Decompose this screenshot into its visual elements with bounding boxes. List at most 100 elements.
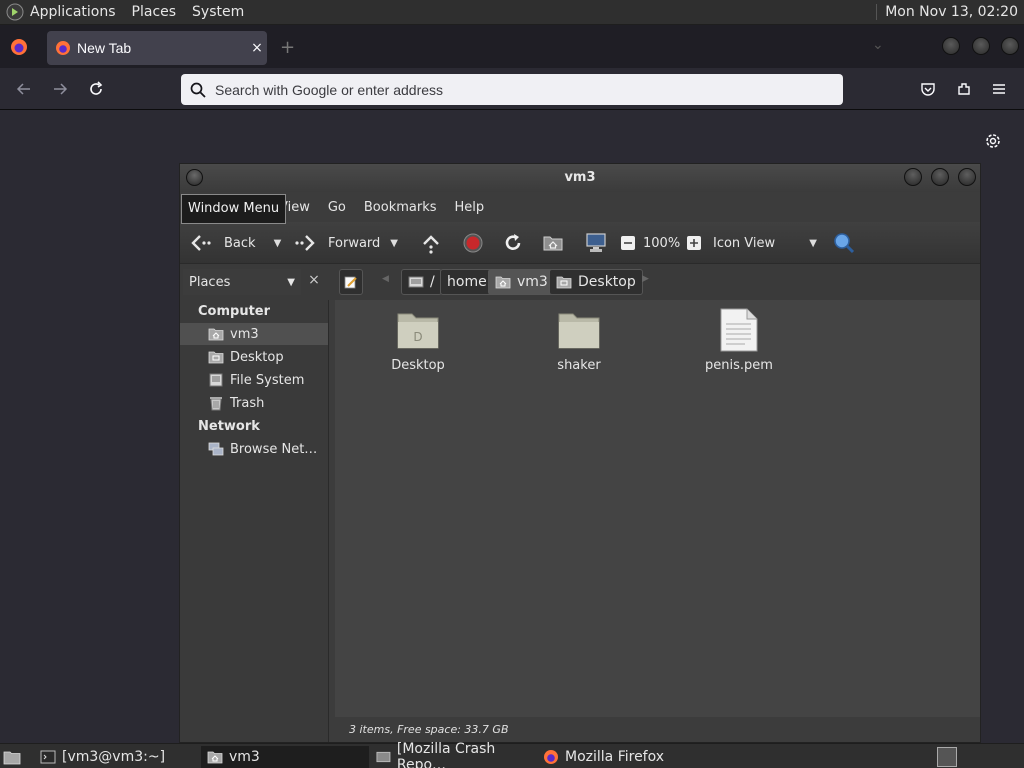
back-icon[interactable] [13, 78, 35, 100]
view-mode-select[interactable]: Icon View ▼ [713, 231, 817, 255]
computer-icon [586, 233, 606, 252]
sidebar-type-select[interactable]: Places ▼ [183, 269, 301, 295]
back-button[interactable]: Back ▼ [190, 231, 281, 255]
distro-logo-icon[interactable] [6, 3, 24, 21]
file-item-desktop[interactable]: D Desktop [358, 308, 478, 373]
forward-label: Forward [328, 235, 381, 251]
sidebar-item-label: Browse Net… [230, 441, 318, 457]
home-folder-icon [207, 751, 223, 764]
text-file-icon [720, 308, 758, 352]
list-tabs-icon[interactable]: ⌄ [872, 37, 884, 53]
search-button[interactable] [832, 231, 856, 255]
minimize-button[interactable] [904, 168, 922, 186]
up-button[interactable] [420, 231, 442, 255]
maximize-button[interactable] [931, 168, 949, 186]
applications-menu[interactable]: Applications [30, 4, 116, 20]
zoom-level[interactable]: 100% [643, 231, 680, 255]
firefox-tabbar: New Tab × + ⌄ [0, 25, 1024, 68]
sidebar-item-trash[interactable]: Trash [180, 392, 328, 414]
places-menu[interactable]: Places [132, 4, 177, 20]
sidebar-item-file-system[interactable]: File System [180, 369, 328, 391]
file-item-shaker[interactable]: shaker [519, 308, 639, 373]
window-icon [376, 751, 391, 763]
firefox-view-icon[interactable] [9, 37, 29, 57]
folder-icon [558, 313, 600, 349]
task-label: [Mozilla Crash Repo… [396, 741, 496, 768]
back-history-arrow-icon[interactable]: ▼ [274, 238, 282, 249]
back-label: Back [224, 235, 256, 251]
drive-icon [209, 373, 223, 387]
home-folder-icon [208, 328, 224, 341]
svg-text:D: D [413, 330, 422, 344]
crumb-home[interactable]: home [440, 269, 494, 295]
task-terminal[interactable]: [vm3@vm3:~] [34, 746, 198, 768]
file-item-penis-pem[interactable]: penis.pem [679, 308, 799, 373]
app-menu-icon[interactable] [989, 79, 1009, 99]
gear-icon[interactable] [983, 131, 1003, 151]
up-arrow-icon [423, 235, 439, 254]
crumb-root-label: / [430, 274, 435, 290]
window-titlebar[interactable]: vm3 [180, 164, 980, 192]
computer-button[interactable] [584, 231, 608, 255]
places-sidebar: Computer vm3 Desktop File System Trash N… [180, 300, 329, 742]
zoom-in-button[interactable] [686, 231, 702, 255]
window-title: vm3 [564, 170, 596, 185]
home-folder-icon [495, 276, 511, 289]
panel-separator [876, 4, 878, 20]
url-input[interactable] [215, 81, 815, 98]
crumb-scroll-right-icon[interactable]: ▶ [642, 274, 649, 284]
zoom-out-button[interactable] [620, 231, 636, 255]
top-panel: Applications Places System Mon Nov 13, 0… [0, 0, 1024, 25]
file-view[interactable]: D Desktop shaker penis.pem [335, 300, 980, 717]
reload-button[interactable] [502, 231, 524, 255]
firefox-icon [56, 41, 70, 55]
menu-go[interactable]: Go [319, 200, 355, 215]
maximize-button[interactable] [972, 37, 990, 55]
show-desktop-icon[interactable] [3, 748, 21, 766]
reload-icon [505, 234, 521, 250]
firefox-navbar [0, 68, 1024, 110]
sidebar-item-desktop[interactable]: Desktop [180, 346, 328, 368]
tab-new-tab[interactable]: New Tab × [47, 31, 267, 65]
sidebar-item-label: File System [230, 372, 305, 388]
bottom-taskbar: [vm3@vm3:~] vm3 [Mozilla Crash Repo… Moz… [0, 741, 1024, 768]
menu-help[interactable]: Help [446, 200, 494, 215]
desktop-folder-icon [208, 351, 224, 364]
task-crash-reporter[interactable]: [Mozilla Crash Repo… [370, 741, 538, 768]
crumb-root[interactable]: / [401, 269, 442, 295]
chevron-down-icon: ▼ [287, 276, 295, 288]
forward-history-arrow-icon[interactable]: ▼ [390, 238, 398, 249]
task-firefox[interactable]: Mozilla Firefox [537, 746, 705, 768]
new-tab-button[interactable]: + [280, 37, 295, 58]
home-button[interactable] [542, 231, 564, 255]
url-bar[interactable] [181, 74, 843, 105]
crumb-scroll-left-icon[interactable]: ◀ [382, 274, 389, 284]
tab-close-icon[interactable]: × [247, 40, 267, 56]
stop-icon [463, 233, 483, 253]
menu-bookmarks[interactable]: Bookmarks [355, 200, 446, 215]
close-window-button[interactable] [1001, 37, 1019, 55]
toggle-location-entry-button[interactable] [339, 269, 363, 295]
minimize-button[interactable] [942, 37, 960, 55]
system-menu[interactable]: System [192, 4, 244, 20]
forward-icon[interactable] [49, 78, 71, 100]
sidebar-item-vm3[interactable]: vm3 [180, 323, 328, 345]
panel-clock[interactable]: Mon Nov 13, 02:20 [885, 4, 1018, 20]
extensions-icon[interactable] [954, 79, 974, 99]
crumb-vm3-label: vm3 [517, 274, 548, 290]
close-sidebar-icon[interactable]: × [304, 272, 324, 292]
location-bar: Places ▼ × ◀ / home vm3 Desktop ▶ [180, 264, 980, 300]
pocket-icon[interactable] [918, 79, 938, 99]
close-button[interactable] [958, 168, 976, 186]
workspace-switcher[interactable] [937, 747, 957, 767]
task-label: [vm3@vm3:~] [62, 749, 166, 765]
sidebar-item-browse-network[interactable]: Browse Net… [180, 438, 328, 460]
stop-button[interactable] [462, 231, 484, 255]
desktop-folder-icon [556, 276, 572, 289]
reload-icon[interactable] [85, 78, 107, 100]
crumb-desktop[interactable]: Desktop [549, 269, 643, 295]
forward-button[interactable]: Forward ▼ [294, 231, 398, 255]
crumb-vm3[interactable]: vm3 [488, 269, 555, 295]
task-vm3[interactable]: vm3 [201, 746, 369, 768]
window-menu-tooltip: Window Menu [181, 194, 287, 224]
